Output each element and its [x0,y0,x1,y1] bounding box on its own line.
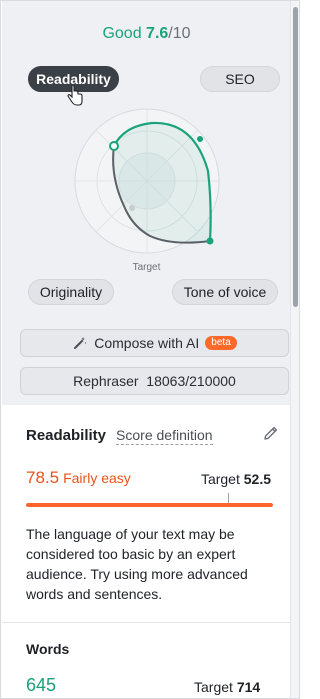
readability-description: The language of your text may be conside… [26,526,248,602]
section-divider [2,622,291,623]
readability-header: Readability Score definition [26,427,213,445]
hand-cursor-icon [67,85,83,106]
tab-seo-label: SEO [225,71,255,87]
compose-with-ai-button[interactable]: Compose with AI beta [20,329,289,357]
magic-wand-icon [74,337,87,349]
words-title: Words [26,641,70,657]
score-overview: Good 7.6/10 Readability SEO Target Origi… [2,1,291,405]
tab-originality[interactable]: Originality [28,279,114,305]
tab-originality-label: Originality [39,284,103,300]
score-label: Good [102,25,142,42]
score-radar-chart [74,108,220,254]
readability-target: Target 52.5 [201,471,271,487]
score-max: /10 [168,25,191,42]
radar-point-originality [129,205,135,211]
readability-score: 78.5 [26,468,60,487]
readability-target-value: 52.5 [243,471,271,487]
tab-tone-label: Tone of voice [183,284,267,300]
radar-point-seo [197,136,203,142]
rephraser-button[interactable]: Rephraser 18063/210000 [20,367,289,395]
compose-label: Compose with AI [94,335,200,351]
words-target-label: Target [194,679,233,695]
scrollbar-thumb[interactable] [293,7,298,307]
overall-score: Good 7.6/10 [2,25,291,43]
readability-progress-fill [26,503,273,507]
content-score-panel: Good 7.6/10 Readability SEO Target Origi… [0,0,300,699]
radar-point-tone [206,237,214,245]
tab-tone-of-voice[interactable]: Tone of voice [172,279,278,305]
words-target-value: 714 [236,679,261,695]
radar-target-label: Target [132,262,161,273]
scrollbar[interactable] [290,1,299,698]
pencil-icon[interactable] [263,425,279,441]
words-count: 645 [26,675,57,695]
readability-score-row: 78.5 Fairly easy Target 52.5 [26,468,271,488]
rephraser-label: Rephraser 18063/210000 [73,373,236,389]
score-value: 7.6 [146,25,169,42]
readability-progress-bar [26,503,273,507]
readability-target-label: Target [200,471,240,487]
score-definition-link[interactable]: Score definition [116,427,213,445]
words-target: Target 714 [194,679,260,695]
beta-badge: beta [205,336,237,350]
radar-point-readability [109,141,119,151]
readability-title: Readability [26,427,107,444]
tab-seo[interactable]: SEO [200,66,280,92]
readability-level: Fairly easy [63,470,131,486]
